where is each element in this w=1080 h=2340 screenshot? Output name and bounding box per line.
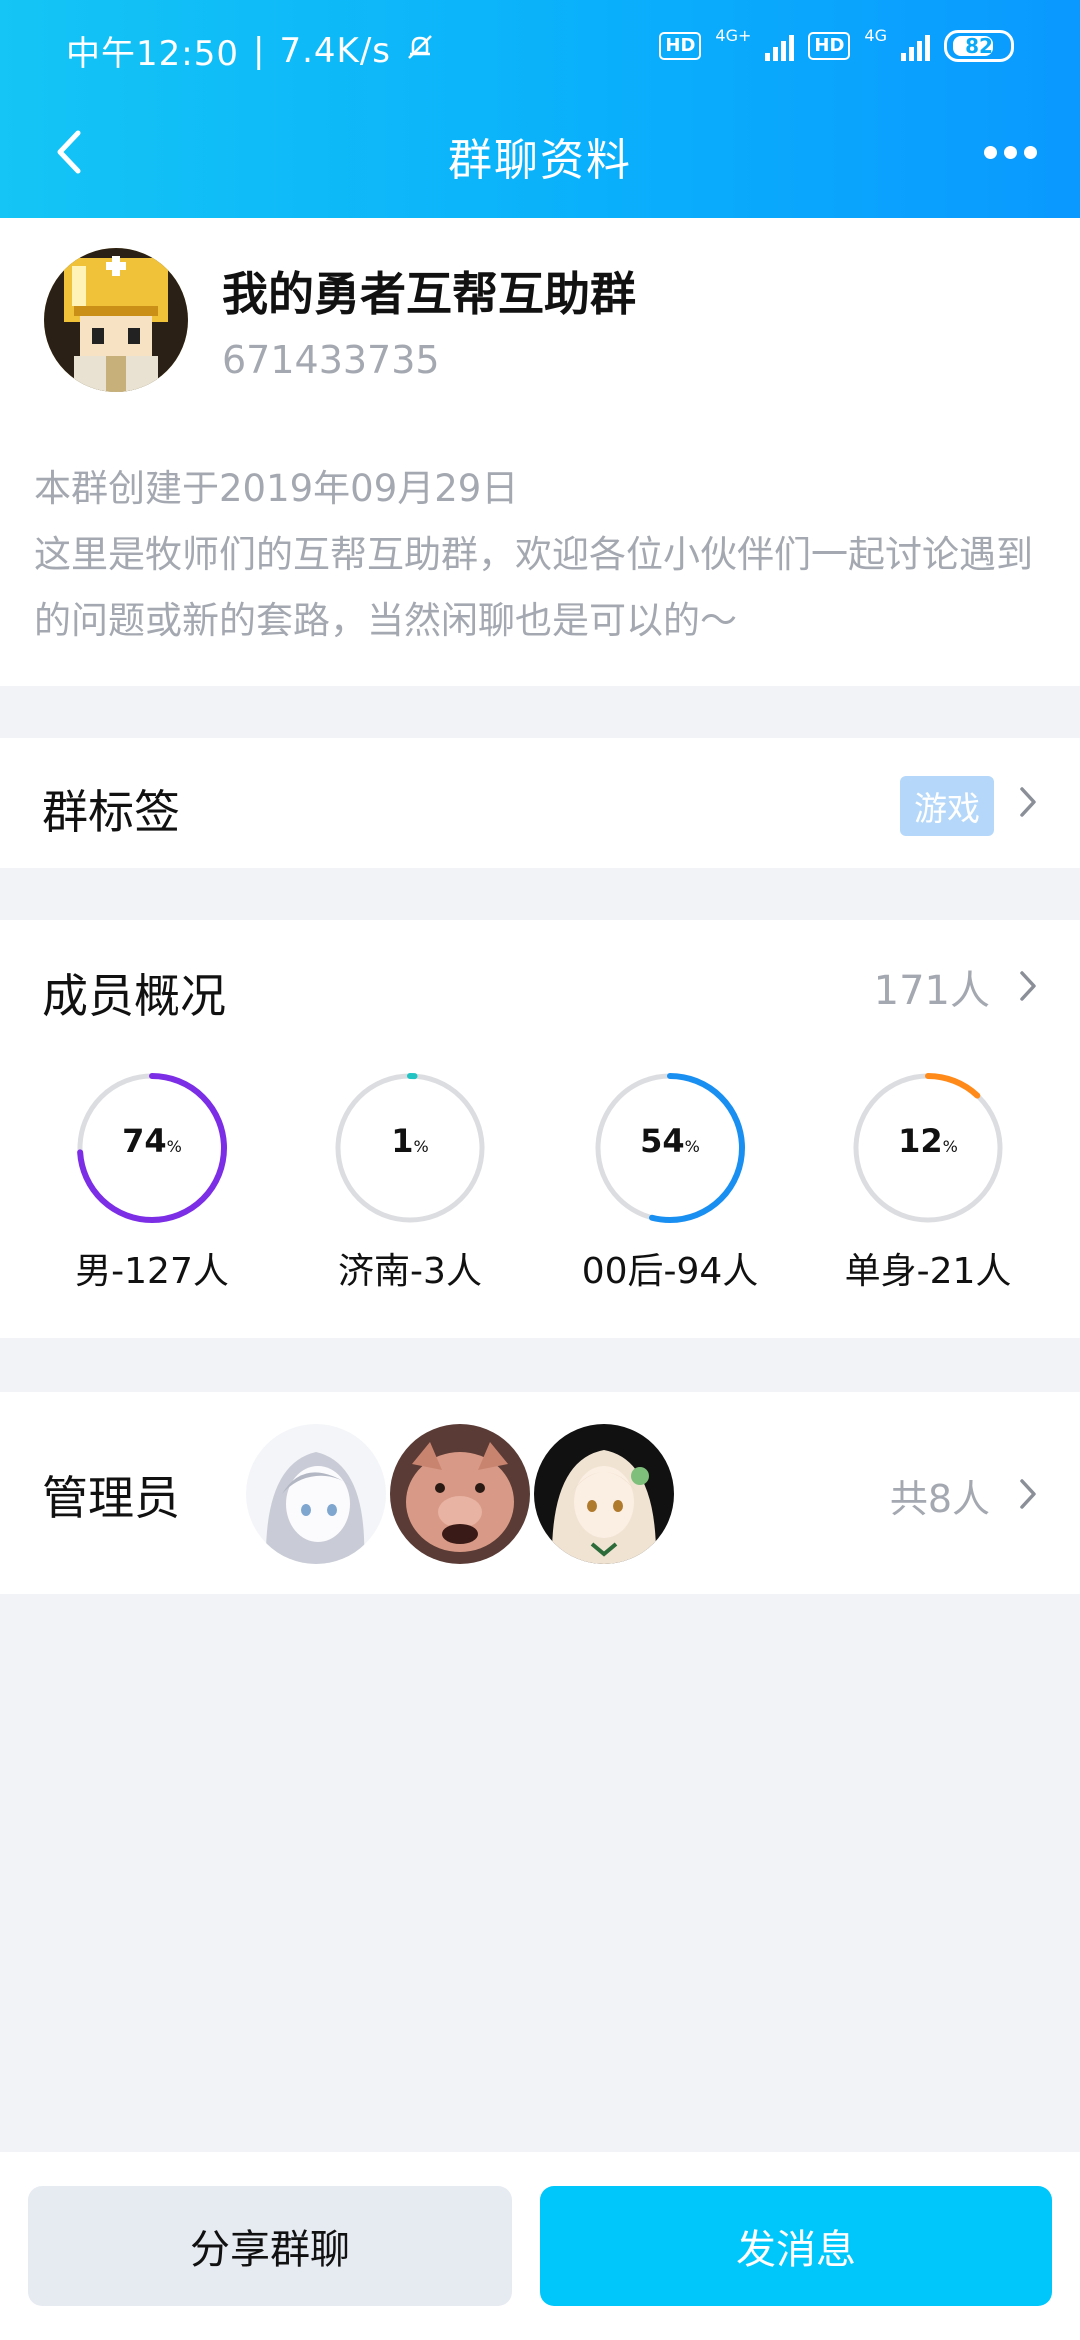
admin-avatar[interactable] <box>390 1424 530 1564</box>
group-id: 671433735 <box>222 338 440 382</box>
stat-label: 济南-3人 <box>338 1251 482 1292</box>
hd-badge: HD <box>659 32 702 60</box>
status-right: HD 4G+ HD 4G 82 <box>659 26 1014 62</box>
status-left: 中午12:50 | 7.4K/s <box>66 26 435 75</box>
header: 中午12:50 | 7.4K/s HD 4G+ HD 4G 82 群聊资料 <box>0 0 1080 218</box>
navbar: 群聊资料 <box>0 100 1080 218</box>
chevron-right-icon[interactable] <box>1012 1478 1044 1510</box>
stat-single[interactable]: 12% 单身-21人 <box>828 1070 1028 1294</box>
stat-region[interactable]: 1% 济南-3人 <box>310 1070 510 1294</box>
network-type-2: 4G <box>864 26 887 45</box>
group-tags-row[interactable]: 群标签 游戏 <box>0 738 1080 868</box>
more-button[interactable] <box>970 124 1050 180</box>
admin-avatar[interactable] <box>534 1424 674 1564</box>
signal-icon-2 <box>901 31 930 61</box>
mute-bell-icon <box>405 31 435 71</box>
battery-icon: 82 <box>944 30 1014 62</box>
stat-ring: 12% <box>850 1070 1006 1226</box>
stat-label: 00后-94人 <box>581 1251 759 1292</box>
chevron-right-icon[interactable] <box>1012 970 1044 1002</box>
anime-girl-sketch-avatar-icon <box>246 1424 386 1564</box>
bottom-action-bar: 分享群聊 发消息 <box>0 2152 1080 2340</box>
stat-ring: 1% <box>332 1070 488 1226</box>
stat-value: 54 <box>640 1122 685 1160</box>
network-speed: 7.4K/s <box>279 30 391 71</box>
status-divider: | <box>252 30 266 71</box>
members-label: 成员概况 <box>42 969 226 1023</box>
send-message-button[interactable]: 发消息 <box>540 2186 1052 2306</box>
pig-avatar-icon <box>390 1424 530 1564</box>
stat-value: 12 <box>898 1122 943 1160</box>
pixel-knight-avatar-icon <box>44 248 188 392</box>
stat-ring: 54% <box>592 1070 748 1226</box>
admin-avatar[interactable] <box>246 1424 386 1564</box>
stat-value: 1 <box>391 1122 414 1160</box>
hd-badge-2: HD <box>808 32 851 60</box>
stat-value: 74 <box>122 1122 167 1160</box>
admins-row[interactable]: 管理员 共8人 <box>0 1392 1080 1594</box>
share-group-button[interactable]: 分享群聊 <box>28 2186 512 2306</box>
stat-label: 单身-21人 <box>844 1251 1012 1292</box>
admin-total: 共8人 <box>889 1477 990 1521</box>
member-overview-card: 成员概况 171人 74% 男-127人 1% 济南-3人 54% 00后-94… <box>0 920 1080 1338</box>
group-description: 本群创建于2019年09月29日 这里是牧师们的互帮互助群，欢迎各位小伙伴们一起… <box>34 467 1033 642</box>
stat-label: 男-127人 <box>75 1251 229 1292</box>
stat-gender[interactable]: 74% 男-127人 <box>52 1070 252 1294</box>
status-time: 中午12:50 <box>66 34 239 74</box>
anime-girl-dark-avatar-icon <box>534 1424 674 1564</box>
signal-icon <box>765 31 795 61</box>
stat-age[interactable]: 54% 00后-94人 <box>570 1070 770 1294</box>
member-count[interactable]: 171人 <box>874 958 990 1016</box>
chevron-right-icon <box>1012 786 1044 818</box>
group-avatar[interactable] <box>44 248 188 392</box>
more-horizontal-icon <box>983 145 997 159</box>
stat-ring: 74% <box>74 1070 230 1226</box>
group-profile-card: 我的勇者互帮互助群 671433735 本群创建于2019年09月29日 这里是… <box>0 218 1080 686</box>
page-title: 群聊资料 <box>448 135 632 186</box>
network-type: 4G+ <box>715 26 752 45</box>
group-name: 我的勇者互帮互助群 <box>222 267 636 321</box>
status-bar: 中午12:50 | 7.4K/s HD 4G+ HD 4G 82 <box>0 0 1080 100</box>
admins-label: 管理员 <box>42 1471 180 1525</box>
tags-label: 群标签 <box>42 785 180 839</box>
battery-level: 82 <box>965 34 993 58</box>
tag-chip-game: 游戏 <box>900 776 994 836</box>
